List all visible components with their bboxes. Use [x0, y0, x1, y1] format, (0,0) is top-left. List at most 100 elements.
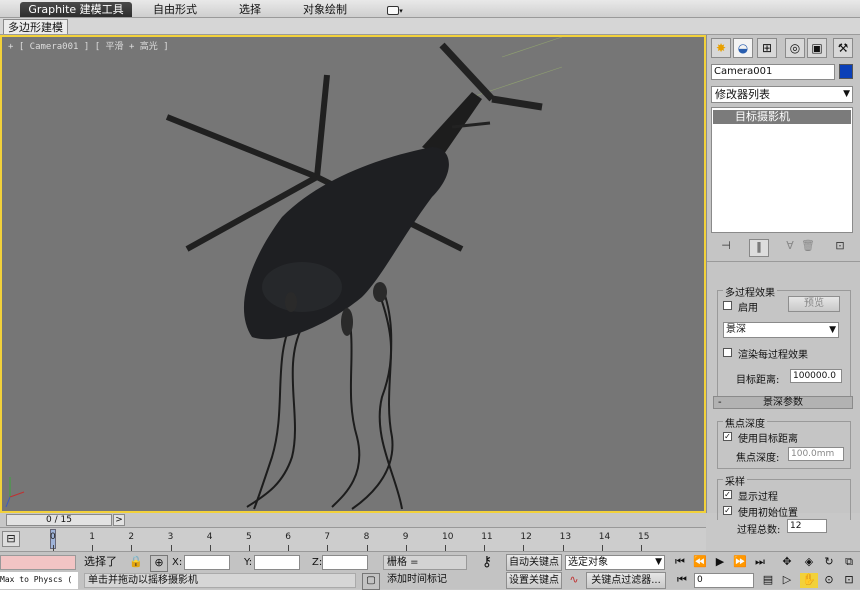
effect-value: 景深 [726, 324, 746, 335]
camera-viewport[interactable]: + [ Camera001 ] [ 平滑 + 高光 ] [0, 35, 706, 513]
key-curve-icon[interactable]: ∿ [566, 573, 582, 588]
create-icon[interactable]: ✸ [711, 38, 731, 58]
target-distance-field[interactable]: 100000.0 [790, 369, 842, 383]
region-zoom-icon[interactable]: ▷ [778, 573, 796, 588]
soldier [373, 282, 387, 302]
selected-object-label: 选定对象 [568, 557, 608, 568]
object-color-swatch[interactable] [839, 64, 853, 79]
timeline-tick-label: 2 [128, 532, 135, 542]
field-of-view-icon[interactable]: ⧉ [840, 555, 858, 570]
stack-toolbar: ⊣ ‖ ∀ 🗑 ⊡ [711, 239, 853, 257]
display-icon[interactable]: ▣ [807, 38, 827, 58]
mini-curve-editor-icon[interactable]: ⊟ [2, 531, 20, 547]
display-passes-checkbox[interactable]: ✓ [723, 490, 732, 499]
maxscript-output[interactable]: Max to Physcs ( [0, 572, 78, 589]
selection-count: 选择了 [84, 555, 117, 568]
use-original-location-checkbox[interactable]: ✓ [723, 506, 732, 515]
hierarchy-icon[interactable]: ⊞ [757, 38, 777, 58]
dof-rollout-header[interactable]: - 景深参数 [713, 396, 853, 409]
y-label: Y: [244, 557, 253, 568]
previous-frame-icon[interactable]: ⏪ [692, 555, 708, 570]
stack-item-target-camera[interactable]: 目标摄影机 [713, 110, 851, 124]
soldier [285, 292, 297, 312]
auto-key-button[interactable]: 自动关键点 [506, 554, 562, 571]
time-slider[interactable]: 0 / 15 [6, 514, 112, 526]
viewport-label[interactable]: + [ Camera001 ] [ 平滑 + 高光 ] [8, 39, 169, 52]
maxscript-listener[interactable] [0, 555, 76, 570]
zoom-icon[interactable]: ✥ [778, 555, 796, 570]
roll-icon[interactable]: ⊙ [820, 573, 838, 588]
modifier-list-label: 修改器列表 [715, 88, 770, 101]
key-icon[interactable]: ⚷ [474, 555, 500, 570]
ribbon-tab-bar: Graphite 建模工具 自由形式 选择 对象绘制 ▾ [0, 0, 860, 18]
use-target-distance-checkbox[interactable]: ✓ [723, 432, 732, 441]
x-coordinate-field[interactable] [184, 555, 230, 570]
utilities-icon[interactable]: ⚒ [833, 38, 853, 58]
ribbon-subbar: 多边形建模 [0, 18, 860, 35]
z-coordinate-field[interactable] [322, 555, 368, 570]
focal-depth-group: 焦点深度 ✓ 使用目标距离 焦点深度: 100.0mm [717, 415, 851, 469]
timeline-tick-label: 0 [50, 532, 56, 542]
make-unique-icon[interactable]: ∀ [781, 239, 799, 255]
next-frame-button[interactable]: > [113, 514, 125, 526]
render-each-pass-checkbox[interactable] [723, 348, 732, 357]
tab-selection[interactable]: 选择 [225, 2, 275, 17]
play-icon[interactable]: ▶ [712, 555, 728, 570]
orbit-icon[interactable]: ↻ [820, 555, 838, 570]
status-bar: 选择了 🔒 ⊕ X: Y: Z: 栅格 = 10000.0mm ⚷ 自动关键点 … [0, 551, 860, 582]
enable-checkbox[interactable] [723, 301, 732, 310]
time-tag-icon[interactable]: ▢ [362, 573, 380, 590]
timeline-tick-label: 3 [167, 532, 174, 542]
time-slider-bar: 0 / 15 > [0, 513, 706, 527]
prompt-text: 单击并拖动以摇移摄影机 [84, 573, 356, 588]
maximize-viewport-icon[interactable]: ⊡ [840, 573, 858, 588]
add-time-tag[interactable]: 添加时间标记 [384, 573, 474, 588]
dolly-icon[interactable]: ◈ [800, 555, 818, 570]
enable-label: 启用 [738, 303, 758, 314]
tab-polygon-modeling[interactable]: 多边形建模 [3, 19, 68, 34]
current-frame-field[interactable]: 0 [694, 573, 754, 588]
show-end-result-icon[interactable]: ‖ [749, 239, 769, 257]
y-coordinate-field[interactable] [254, 555, 300, 570]
tab-object-paint[interactable]: 对象绘制 [295, 2, 355, 17]
absolute-mode-icon[interactable]: ⊕ [150, 555, 168, 572]
group-title: 采样 [723, 473, 747, 488]
modifier-stack[interactable]: 目标摄影机 [711, 107, 853, 233]
timeline-tick-label: 9 [402, 532, 409, 542]
object-name-field[interactable]: Camera001 [711, 64, 835, 80]
rotor-blade [165, 114, 319, 180]
key-selection-dropdown[interactable]: 选定对象 ▼ [565, 555, 665, 570]
next-frame-icon[interactable]: ⏩ [732, 555, 748, 570]
track-bar[interactable]: ⊟ 0 1 2 3 4 5 6 7 8 9 10 11 12 13 14 15 [0, 527, 706, 551]
modifier-list-dropdown[interactable]: 修改器列表 ▼ [711, 86, 853, 103]
tab-freeform[interactable]: 自由形式 [140, 2, 210, 17]
tab-graphite-modeling[interactable]: Graphite 建模工具 [20, 2, 132, 17]
remove-modifier-icon[interactable]: 🗑 [799, 239, 817, 255]
key-filters-button[interactable]: 关键点过滤器... [586, 572, 666, 589]
total-passes-field[interactable]: 12 [787, 519, 827, 533]
pin-stack-icon[interactable]: ⊣ [717, 239, 735, 255]
timeline-tick-label: 4 [206, 532, 213, 542]
configure-modifier-sets-icon[interactable]: ⊡ [831, 239, 849, 255]
timeline-tick-label: 8 [363, 532, 370, 542]
effect-dropdown[interactable]: 景深 ▼ [723, 322, 839, 338]
tail-rotor [491, 95, 543, 111]
go-to-start-icon[interactable]: ⏮ [672, 555, 688, 570]
preview-button[interactable]: 预览 [788, 296, 840, 312]
prompt-bar: Max to Physcs ( 单击并拖动以摇移摄影机 ▢ 添加时间标记 设置关… [0, 572, 860, 590]
set-key-button[interactable]: 设置关键点 [506, 572, 562, 589]
time-configuration-icon[interactable]: ▤ [760, 573, 776, 588]
rope [253, 316, 295, 510]
render-each-pass-label: 渲染每过程效果 [738, 350, 808, 361]
chevron-down-icon: ▼ [843, 89, 850, 99]
timeline-tick-label: 10 [442, 532, 454, 542]
pan-icon[interactable]: ✋ [800, 573, 818, 588]
go-to-end-icon[interactable]: ⏭ [752, 555, 768, 570]
panel-dropdown-icon[interactable]: ▾ [382, 2, 408, 17]
lock-icon[interactable]: 🔒 [128, 555, 144, 570]
modify-icon[interactable]: ◒ [733, 38, 753, 58]
rotor-blade [314, 74, 330, 178]
key-mode-icon[interactable]: ⏮ [674, 573, 690, 588]
motion-icon[interactable]: ◎ [785, 38, 805, 58]
focal-depth-field[interactable]: 100.0mm [788, 447, 844, 461]
